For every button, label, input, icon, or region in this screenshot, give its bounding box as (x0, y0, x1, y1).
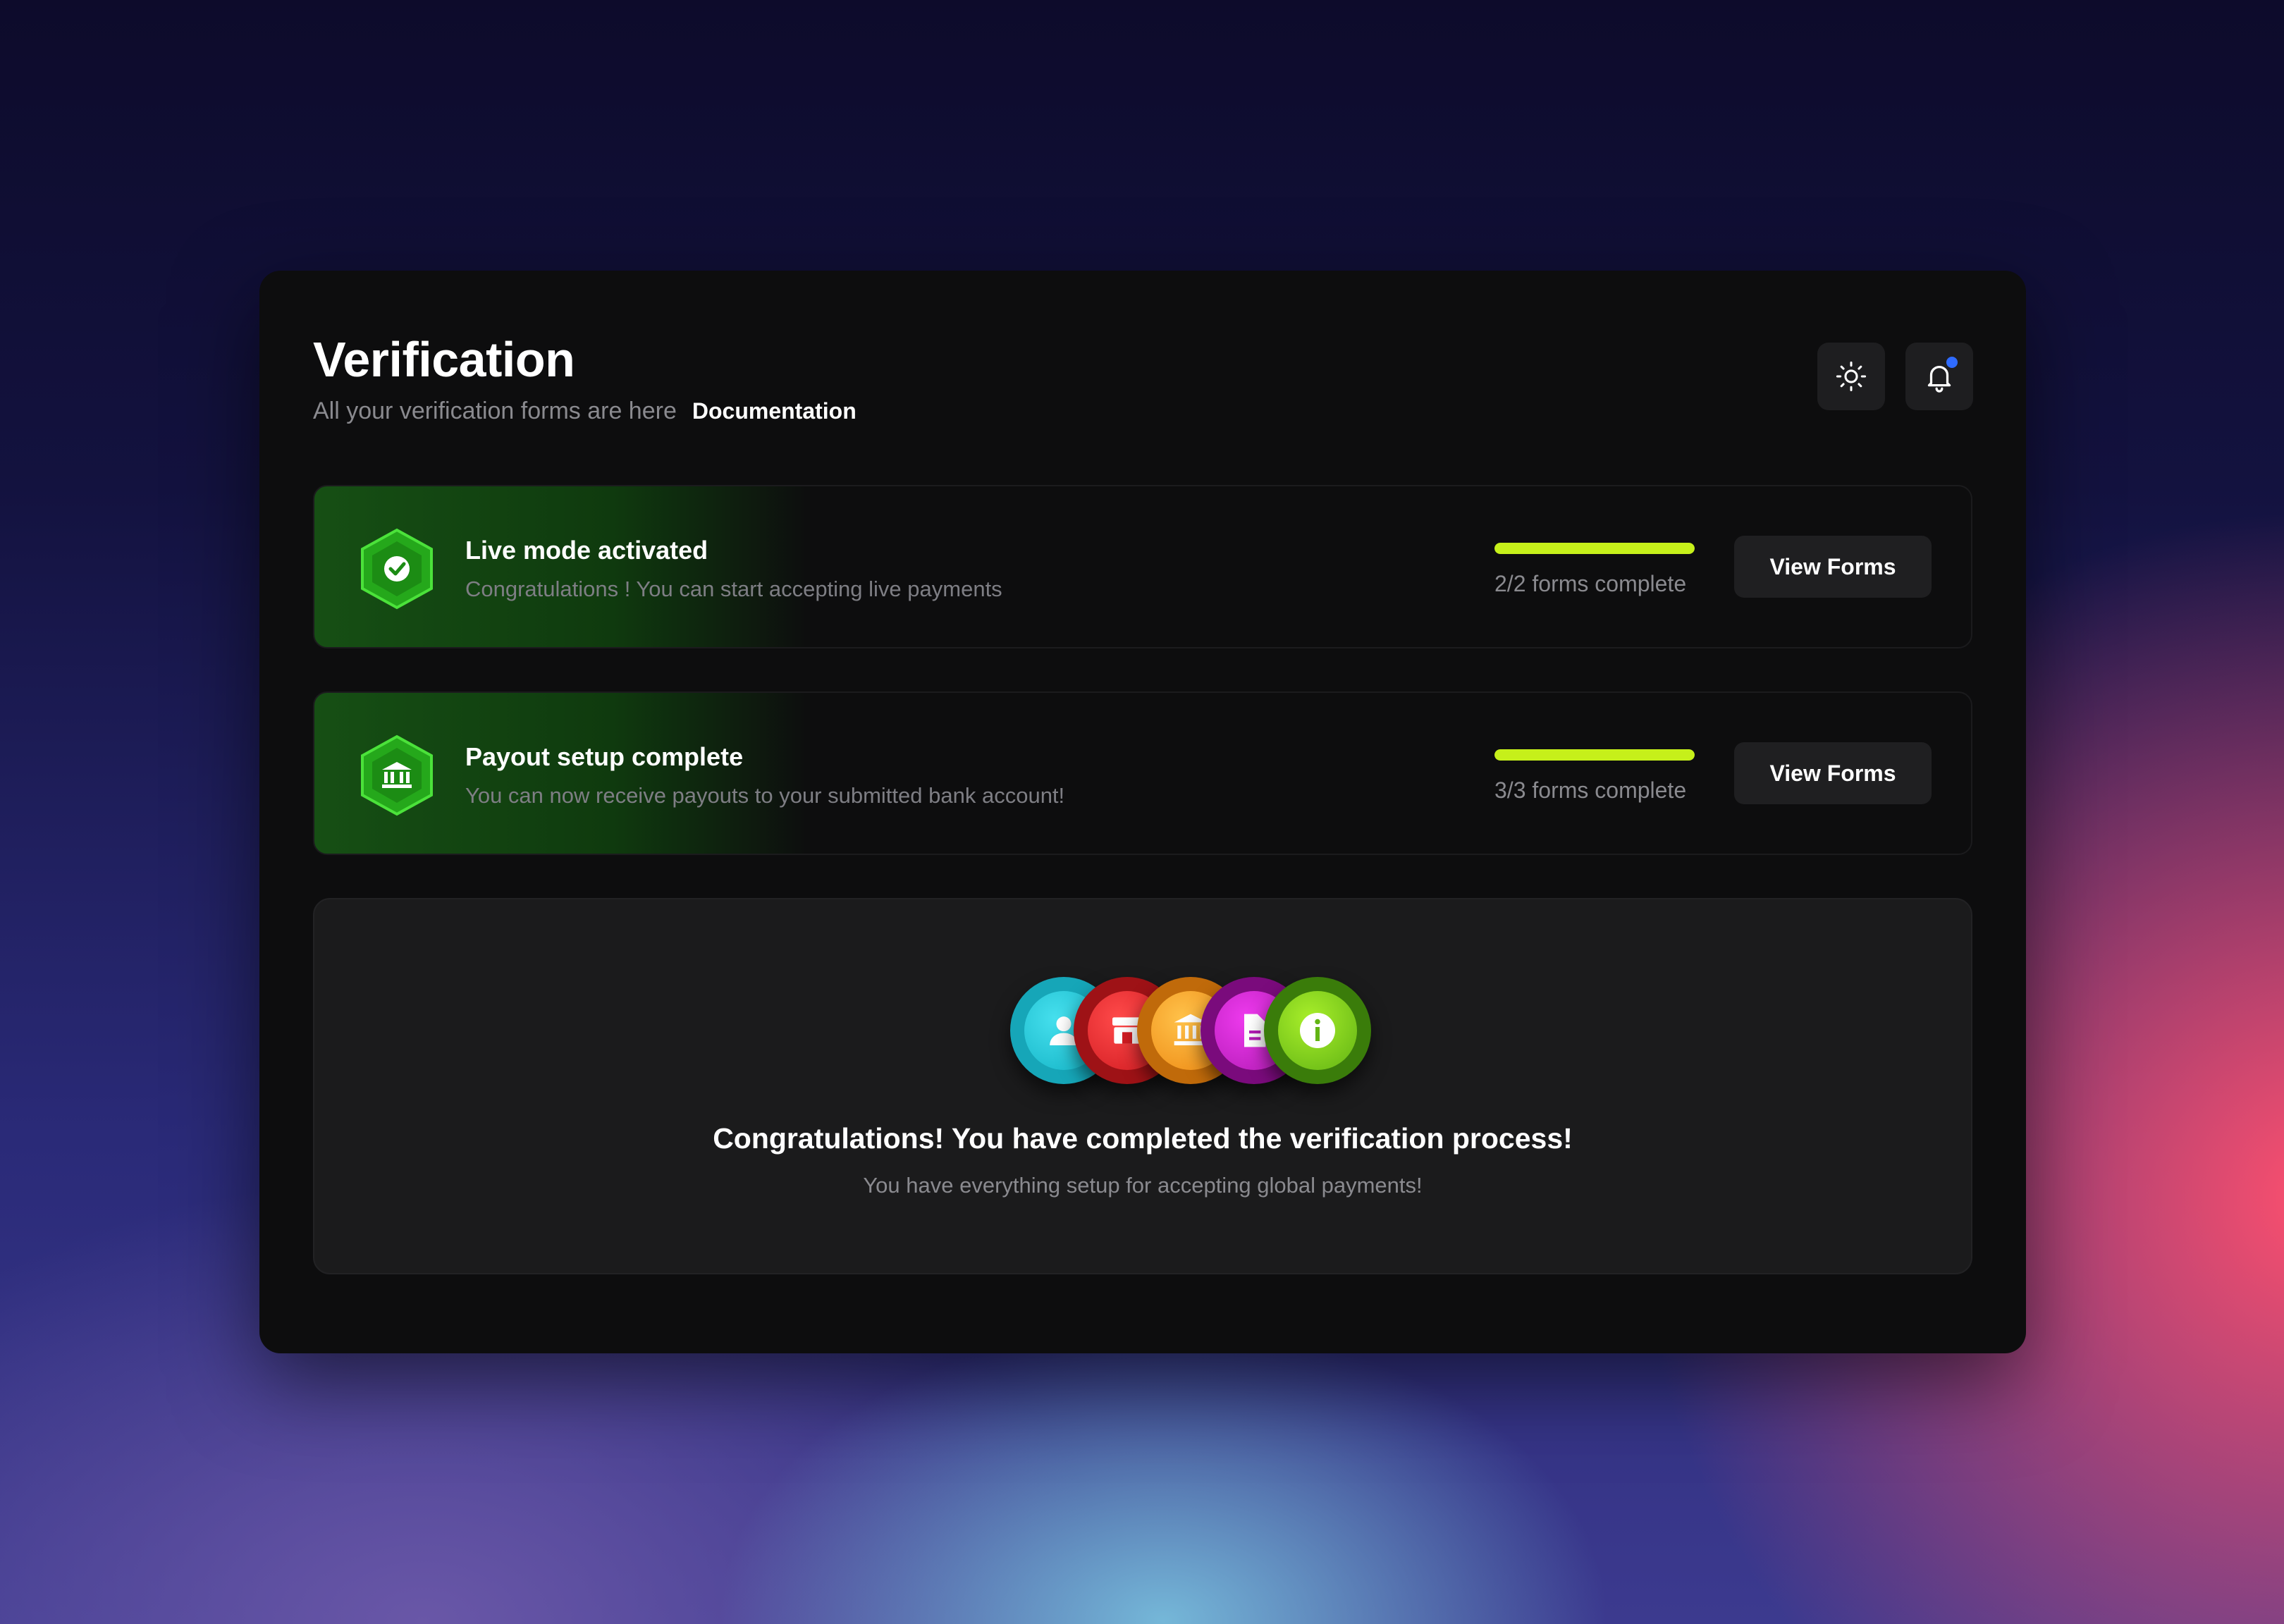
verification-panel: Verification All your verification forms… (259, 271, 2026, 1353)
status-card-payout: Payout setup complete You can now receiv… (313, 691, 1972, 855)
badge-stack (1010, 977, 1377, 1090)
bank-icon (361, 734, 433, 816)
view-forms-button[interactable]: View Forms (1734, 742, 1932, 804)
sun-icon (1836, 361, 1867, 392)
progress-fill (1494, 749, 1695, 761)
page-title: Verification (313, 332, 575, 387)
status-title: Payout setup complete (465, 742, 744, 771)
documentation-link[interactable]: Documentation (692, 398, 856, 424)
view-forms-button[interactable]: View Forms (1734, 536, 1932, 598)
notifications-button[interactable] (1905, 343, 1973, 410)
status-description: You can now receive payouts to your subm… (465, 783, 1065, 808)
progress-label: 3/3 forms complete (1494, 777, 1687, 803)
progress-bar (1494, 749, 1695, 761)
info-badge (1264, 977, 1371, 1084)
info-icon (1300, 1013, 1335, 1048)
completion-title: Congratulations! You have completed the … (713, 1122, 1573, 1155)
status-title: Live mode activated (465, 536, 708, 565)
status-description: Congratulations ! You can start acceptin… (465, 577, 1002, 601)
progress-bar (1494, 543, 1695, 554)
status-card-live-mode: Live mode activated Congratulations ! Yo… (313, 485, 1972, 648)
page-subtitle: All your verification forms are here (313, 398, 677, 424)
completion-panel: Congratulations! You have completed the … (313, 898, 1972, 1274)
notification-dot (1946, 357, 1958, 368)
verified-badge-icon (361, 528, 433, 610)
completion-subtitle: You have everything setup for accepting … (863, 1173, 1423, 1198)
progress-label: 2/2 forms complete (1494, 571, 1687, 596)
progress-fill (1494, 543, 1695, 554)
theme-toggle-button[interactable] (1817, 343, 1885, 410)
page-subtitle-row: All your verification forms are here Doc… (313, 398, 856, 425)
